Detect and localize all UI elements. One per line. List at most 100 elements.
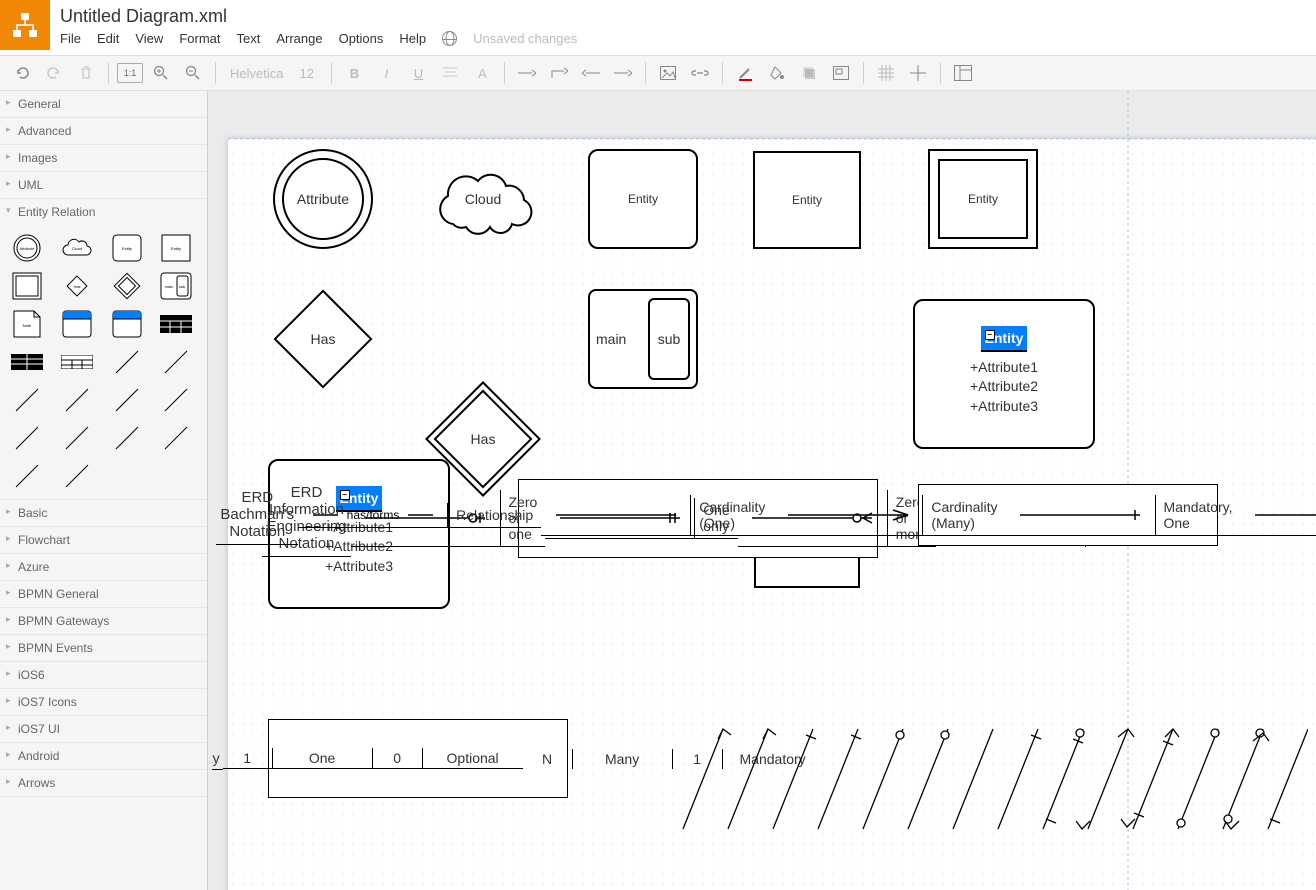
menubar: File Edit View Format Text Arrange Optio… [60, 31, 577, 46]
menu-help[interactable]: Help [399, 31, 426, 46]
connector-samples[interactable] [648, 719, 1308, 839]
fill-color-button[interactable] [763, 60, 791, 86]
palette-ios7-ui[interactable]: iOS7 UI [0, 716, 207, 742]
has-diamond-shape[interactable]: Has [273, 289, 373, 389]
zoom-in-button[interactable] [147, 60, 175, 86]
line-end-button[interactable] [609, 60, 637, 86]
palette-entity-relation[interactable]: Entity Relation [0, 199, 207, 225]
palette-entity-rect-shape[interactable]: Entity [155, 231, 197, 265]
zoom-out-button[interactable] [179, 60, 207, 86]
palette-basic[interactable]: Basic [0, 500, 207, 526]
attribute-shape[interactable]: Attribute [273, 149, 373, 249]
svg-text:Note: Note [23, 323, 32, 328]
palette-attribute-shape[interactable]: Attribute [6, 231, 48, 265]
palette-line4[interactable] [56, 383, 98, 417]
menu-arrange[interactable]: Arrange [276, 31, 322, 46]
document-title[interactable]: Untitled Diagram.xml [60, 6, 577, 27]
palette-line2[interactable] [155, 345, 197, 379]
palette-flowchart[interactable]: Flowchart [0, 527, 207, 553]
palette-line3[interactable] [6, 383, 48, 417]
container-button[interactable] [827, 60, 855, 86]
palette-uml[interactable]: UML [0, 172, 207, 198]
language-icon[interactable] [442, 31, 457, 46]
chen-notation-table[interactable]: ERD Peter Chen's Notation CardinalityOpt… [268, 719, 568, 798]
cloud-shape[interactable]: Cloud [428, 159, 538, 239]
undo-button[interactable] [8, 60, 36, 86]
app-logo[interactable] [0, 0, 50, 50]
palette-ios6[interactable]: iOS6 [0, 662, 207, 688]
line-start-button[interactable] [577, 60, 605, 86]
link-button[interactable] [686, 60, 714, 86]
menu-edit[interactable]: Edit [97, 31, 119, 46]
palette-line12[interactable] [56, 459, 98, 493]
palette-entity-double-shape[interactable] [6, 269, 48, 303]
er-shapes-grid: Attribute Cloud Entity Entity Has mainsu… [0, 225, 207, 499]
app-header: Untitled Diagram.xml File Edit View Form… [0, 0, 1316, 55]
entity-class1-shape[interactable]: −Entity +Attribute1 +Attribute2 +Attribu… [913, 299, 1095, 449]
palette-bpmn-gateways[interactable]: BPMN Gateways [0, 608, 207, 634]
palette-arrows[interactable]: Arrows [0, 770, 207, 796]
palette-line9[interactable] [106, 421, 148, 455]
menu-view[interactable]: View [135, 31, 163, 46]
palette-cloud-shape[interactable]: Cloud [56, 231, 98, 265]
align-button[interactable] [436, 60, 464, 86]
font-family-select[interactable]: Helvetica [224, 66, 289, 81]
font-color-button[interactable]: A [468, 60, 496, 86]
palette-line10[interactable] [155, 421, 197, 455]
main-sub-shape[interactable]: main sub [588, 289, 698, 389]
svg-text:Cloud: Cloud [72, 246, 82, 251]
entity-rounded-shape[interactable]: Entity [588, 149, 698, 249]
palette-table2-shape[interactable] [6, 345, 48, 379]
palette-line6[interactable] [155, 383, 197, 417]
palette-images[interactable]: Images [0, 145, 207, 171]
palette-diamond-double-shape[interactable] [106, 269, 148, 303]
palette-android[interactable]: Android [0, 743, 207, 769]
palette-azure[interactable]: Azure [0, 554, 207, 580]
palette-advanced[interactable]: Advanced [0, 118, 207, 144]
guides-button[interactable] [904, 60, 932, 86]
menu-text[interactable]: Text [236, 31, 260, 46]
palette-line1[interactable] [106, 345, 148, 379]
diagram-canvas[interactable]: Attribute Cloud Entity Entity Entity Has… [228, 139, 1316, 890]
entity-double-shape[interactable]: Entity [928, 149, 1038, 249]
bold-button[interactable]: B [340, 60, 368, 86]
palette-class1-shape[interactable] [56, 307, 98, 341]
connection-button[interactable] [513, 60, 541, 86]
outline-button[interactable] [949, 60, 977, 86]
line-color-button[interactable] [731, 60, 759, 86]
palette-line11[interactable] [6, 459, 48, 493]
grid-button[interactable] [872, 60, 900, 86]
palette-line7[interactable] [6, 421, 48, 455]
redo-button[interactable] [40, 60, 68, 86]
palette-bpmn-events[interactable]: BPMN Events [0, 635, 207, 661]
palette-line8[interactable] [56, 421, 98, 455]
palette-note-shape[interactable]: Note [6, 307, 48, 341]
waypoint-button[interactable] [545, 60, 573, 86]
bachman-notation-table[interactable]: ERD Bachman's Notation has/formsRelation… [918, 484, 1218, 546]
underline-button[interactable]: U [404, 60, 432, 86]
palette-entity-rounded-shape[interactable]: Entity [106, 231, 148, 265]
delete-button[interactable] [72, 60, 100, 86]
palette-class2-shape[interactable] [106, 307, 148, 341]
palette-bpmn-general[interactable]: BPMN General [0, 581, 207, 607]
menu-file[interactable]: File [60, 31, 81, 46]
palette-table1-shape[interactable] [155, 307, 197, 341]
palette-ios7-icons[interactable]: iOS7 Icons [0, 689, 207, 715]
svg-text:has/forms: has/forms [346, 508, 399, 522]
palette-table3-shape[interactable] [56, 345, 98, 379]
shadow-button[interactable] [795, 60, 823, 86]
actual-size-button[interactable]: 1:1 [117, 63, 143, 83]
main-area: General Advanced Images UML Entity Relat… [0, 91, 1316, 890]
palette-diamond-shape[interactable]: Has [56, 269, 98, 303]
italic-button[interactable]: I [372, 60, 400, 86]
image-button[interactable] [654, 60, 682, 86]
svg-text:main: main [165, 284, 174, 289]
palette-general[interactable]: General [0, 91, 207, 117]
menu-options[interactable]: Options [339, 31, 384, 46]
font-size-select[interactable]: 12 [293, 66, 323, 81]
palette-line5[interactable] [106, 383, 148, 417]
palette-mainsub-shape[interactable]: mainsub [155, 269, 197, 303]
entity-rect-shape[interactable]: Entity [753, 151, 861, 249]
canvas-area[interactable]: Attribute Cloud Entity Entity Entity Has… [212, 91, 1316, 890]
menu-format[interactable]: Format [179, 31, 220, 46]
